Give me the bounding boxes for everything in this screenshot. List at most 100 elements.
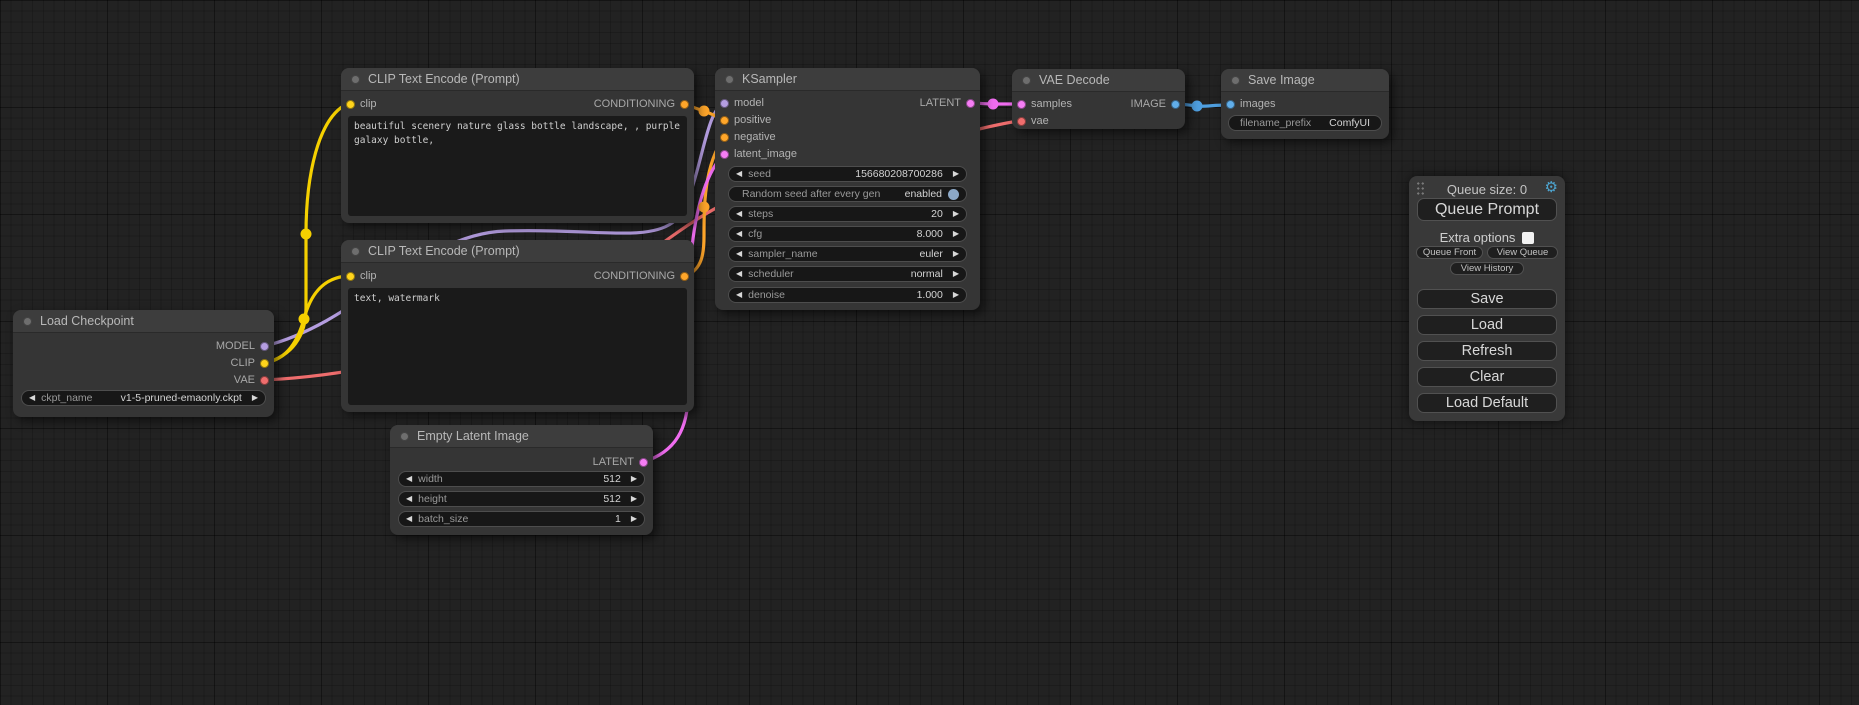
view-queue-button[interactable]: View Queue [1487,246,1558,259]
negative-prompt-textarea[interactable]: text, watermark [348,288,687,405]
reroute-dot-image[interactable] [1192,101,1203,112]
increment-arrow-icon[interactable]: ▶ [953,270,959,278]
increment-arrow-icon[interactable]: ▶ [953,210,959,218]
load-default-button[interactable]: Load Default [1417,393,1557,413]
load-button[interactable]: Load [1417,315,1557,335]
node-title-bar[interactable]: CLIP Text Encode (Prompt) [341,68,694,91]
conditioning-output-port[interactable] [680,100,689,109]
reroute-dot-positive[interactable] [699,106,710,117]
refresh-button[interactable]: Refresh [1417,341,1557,361]
queue-prompt-button[interactable]: Queue Prompt [1417,198,1557,221]
output-slot-vae: VAE [13,372,274,388]
seed-widget[interactable]: ◀ seed 156680208700286 ▶ [728,166,967,182]
vae-output-port[interactable] [260,376,269,385]
node-title-bar[interactable]: KSampler [715,68,980,91]
output-slot-image: IMAGE [1012,96,1185,112]
queue-front-button[interactable]: Queue Front [1416,246,1483,259]
batch-size-widget[interactable]: ◀ batch_size 1 ▶ [398,511,645,527]
cfg-widget[interactable]: ◀ cfg 8.000 ▶ [728,226,967,242]
output-label: LATENT [593,456,634,468]
positive-input-port[interactable] [720,116,729,125]
random-seed-toggle-widget[interactable]: Random seed after every gen enabled [728,186,967,202]
reroute-dot-latent[interactable] [988,99,999,110]
collapse-dot-icon[interactable] [725,75,734,84]
decrement-arrow-icon[interactable]: ◀ [736,170,742,178]
decrement-arrow-icon[interactable]: ◀ [736,250,742,258]
latent-image-input-port[interactable] [720,150,729,159]
scheduler-widget[interactable]: ◀ scheduler normal ▶ [728,266,967,282]
node-ksampler[interactable]: KSampler model LATENT positive negative … [715,68,980,310]
negative-input-port[interactable] [720,133,729,142]
images-input-port[interactable] [1226,100,1235,109]
widget-label: steps [748,208,773,220]
image-output-port[interactable] [1171,100,1180,109]
node-title-bar[interactable]: Save Image [1221,69,1389,92]
increment-arrow-icon[interactable]: ▶ [631,475,637,483]
increment-arrow-icon[interactable]: ▶ [953,291,959,299]
collapse-dot-icon[interactable] [1231,76,1240,85]
output-slot-conditioning: CONDITIONING [341,96,694,112]
output-slot-model: MODEL [13,338,274,354]
increment-arrow-icon[interactable]: ▶ [953,170,959,178]
vae-input-port[interactable] [1017,117,1026,126]
node-save-image[interactable]: Save Image images filename_prefix ComfyU… [1221,69,1389,139]
collapse-dot-icon[interactable] [400,432,409,441]
steps-widget[interactable]: ◀ steps 20 ▶ [728,206,967,222]
sampler-name-widget[interactable]: ◀ sampler_name euler ▶ [728,246,967,262]
collapse-dot-icon[interactable] [351,247,360,256]
toggle-enabled-icon[interactable] [948,189,959,200]
node-title-bar[interactable]: Load Checkpoint [13,310,274,333]
input-slot-negative: negative [715,129,980,145]
increment-arrow-icon[interactable]: ▶ [631,495,637,503]
decrement-arrow-icon[interactable]: ◀ [736,230,742,238]
node-vae-decode[interactable]: VAE Decode samples IMAGE vae [1012,69,1185,129]
widget-label: cfg [748,228,762,240]
node-title: Save Image [1248,69,1315,91]
settings-gear-icon[interactable]: ⚙ [1545,180,1558,195]
decrement-arrow-icon[interactable]: ◀ [406,515,412,523]
width-widget[interactable]: ◀ width 512 ▶ [398,471,645,487]
node-title-bar[interactable]: Empty Latent Image [390,425,653,448]
reroute-dot-negative[interactable] [699,202,710,213]
decrement-arrow-icon[interactable]: ◀ [736,291,742,299]
widget-value: ComfyUI [1329,117,1370,129]
node-clip-text-encode-positive[interactable]: CLIP Text Encode (Prompt) clip CONDITION… [341,68,694,223]
widget-value: normal [911,268,943,280]
reroute-dot-clip-lower[interactable] [299,314,310,325]
height-widget[interactable]: ◀ height 512 ▶ [398,491,645,507]
collapse-dot-icon[interactable] [351,75,360,84]
widget-label: width [418,473,443,485]
node-empty-latent-image[interactable]: Empty Latent Image LATENT ◀ width 512 ▶ … [390,425,653,535]
node-title-bar[interactable]: CLIP Text Encode (Prompt) [341,240,694,263]
increment-arrow-icon[interactable]: ▶ [631,515,637,523]
latent-output-port[interactable] [639,458,648,467]
collapse-dot-icon[interactable] [1022,76,1031,85]
latent-output-port[interactable] [966,99,975,108]
filename-prefix-widget[interactable]: filename_prefix ComfyUI [1228,115,1382,131]
clip-output-port[interactable] [260,359,269,368]
decrement-arrow-icon[interactable]: ◀ [29,394,35,402]
model-output-port[interactable] [260,342,269,351]
increment-arrow-icon[interactable]: ▶ [953,230,959,238]
denoise-widget[interactable]: ◀ denoise 1.000 ▶ [728,287,967,303]
positive-prompt-textarea[interactable]: beautiful scenery nature glass bottle la… [348,116,687,216]
increment-arrow-icon[interactable]: ▶ [252,394,258,402]
decrement-arrow-icon[interactable]: ◀ [736,270,742,278]
decrement-arrow-icon[interactable]: ◀ [736,210,742,218]
increment-arrow-icon[interactable]: ▶ [953,250,959,258]
decrement-arrow-icon[interactable]: ◀ [406,475,412,483]
conditioning-output-port[interactable] [680,272,689,281]
save-button[interactable]: Save [1417,289,1557,309]
node-title-bar[interactable]: VAE Decode [1012,69,1185,92]
widget-label: seed [748,168,771,180]
decrement-arrow-icon[interactable]: ◀ [406,495,412,503]
ckpt-name-widget[interactable]: ◀ ckpt_name v1-5-pruned-emaonly.ckpt ▶ [21,390,266,406]
view-history-button[interactable]: View History [1450,262,1524,275]
clear-button[interactable]: Clear [1417,367,1557,387]
extra-options-checkbox[interactable] [1522,232,1534,244]
widget-value: 1.000 [917,289,943,301]
reroute-dot-clip-upper[interactable] [301,229,312,240]
node-clip-text-encode-negative[interactable]: CLIP Text Encode (Prompt) clip CONDITION… [341,240,694,412]
node-load-checkpoint[interactable]: Load Checkpoint MODEL CLIP VAE ◀ ckpt_na… [13,310,274,417]
collapse-dot-icon[interactable] [23,317,32,326]
